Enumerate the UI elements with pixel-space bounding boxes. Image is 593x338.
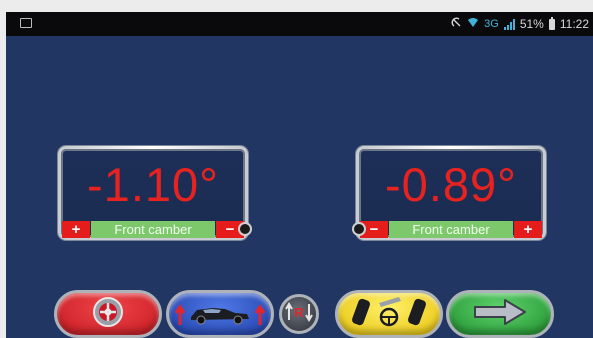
increment-button[interactable]: + (514, 221, 542, 238)
rotate-icon (451, 17, 462, 31)
battery-percent: 51% (519, 17, 544, 31)
next-arrow-icon (472, 297, 528, 332)
rear-toggle-icon: R (284, 300, 314, 329)
gauge-label: Front camber (91, 221, 215, 238)
network-type: 3G (484, 18, 499, 30)
svg-text:R: R (294, 305, 304, 320)
camber-value: -0.89° (385, 158, 517, 211)
battery-icon (548, 16, 555, 30)
clock: 11:22 (559, 17, 589, 31)
gauge-label: Front camber (389, 221, 513, 238)
status-bar: 3G 51% 11:22 (6, 12, 593, 36)
wifi-icon (467, 17, 479, 31)
gauge-left-front-camber: -1.10° + Front camber − (58, 146, 252, 240)
steering-lock-icon (349, 293, 429, 336)
gauge-right-front-camber: -0.89° − Front camber + (352, 146, 546, 240)
camber-value: -1.10° (87, 158, 219, 211)
adjust-knob-icon[interactable] (238, 222, 252, 236)
bottom-toolbar: R (6, 283, 593, 338)
gauge-control-bar: − Front camber + (360, 221, 542, 238)
lift-vehicle-button[interactable] (166, 290, 274, 338)
rear-toggle-button[interactable]: R (279, 294, 319, 334)
steering-wheel-icon (91, 295, 125, 334)
gauge-control-bar: + Front camber − (62, 221, 244, 238)
screenshot-icon (20, 18, 32, 28)
next-button[interactable] (446, 290, 554, 338)
increment-button[interactable]: + (62, 221, 90, 238)
steering-lock-button[interactable] (335, 290, 443, 338)
car-lift-icon (174, 297, 266, 332)
steering-button[interactable] (54, 290, 162, 338)
signal-icon (503, 18, 515, 30)
adjust-knob-icon[interactable] (352, 222, 366, 236)
app-screen: 3G 51% 11:22 -1.10° + Front camber − -0.… (6, 12, 593, 338)
